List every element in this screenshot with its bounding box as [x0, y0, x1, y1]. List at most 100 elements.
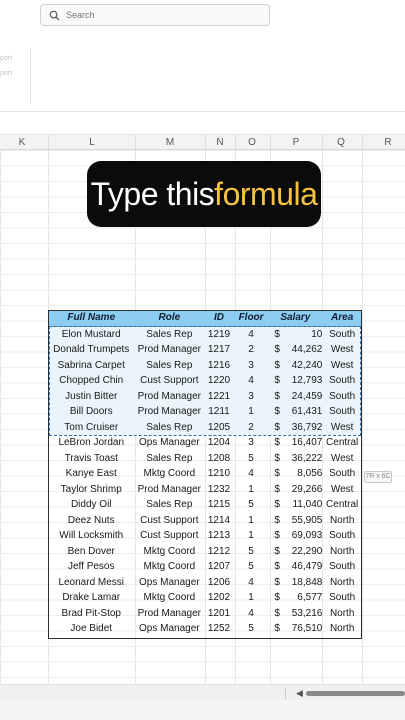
cell-floor[interactable]: 3 [233, 388, 269, 404]
header-area[interactable]: Area [322, 310, 362, 327]
cell-full-name[interactable]: Donald Trumpets [48, 341, 135, 358]
cell-id[interactable]: 1214 [204, 512, 234, 528]
cell-full-name[interactable]: Travis Toast [48, 450, 134, 466]
cell-full-name[interactable]: Chopped Chin [48, 372, 135, 389]
cell-floor[interactable]: 3 [233, 357, 269, 373]
cell-area[interactable]: West [322, 341, 362, 358]
cell-salary[interactable]: $11,040 [268, 497, 322, 513]
cell-full-name[interactable]: Bill Doors [48, 403, 135, 420]
header-floor[interactable]: Floor [233, 310, 269, 327]
cell-floor[interactable]: 4 [233, 372, 269, 389]
cell-full-name[interactable]: Taylor Shrimp [48, 481, 134, 497]
cell-salary[interactable]: $55,905 [268, 512, 322, 528]
cell-id[interactable]: 1252 [204, 621, 234, 637]
cell-id[interactable]: 1208 [204, 450, 234, 466]
cell-floor[interactable]: 3 [234, 435, 269, 451]
cell-id[interactable]: 1205 [204, 419, 234, 435]
cell-area[interactable]: North [322, 605, 362, 621]
search-box[interactable] [40, 4, 270, 26]
cell-floor[interactable]: 5 [234, 543, 269, 559]
cell-role[interactable]: Cust Support [134, 372, 205, 389]
cell-full-name[interactable]: Brad Pit-Stop [48, 605, 134, 621]
cell-area[interactable]: South [322, 326, 362, 342]
cell-area[interactable]: North [322, 512, 362, 528]
cell-id[interactable]: 1210 [204, 466, 234, 482]
cell-area[interactable]: South [322, 590, 362, 606]
cell-area[interactable]: North [322, 543, 362, 559]
header-full-name[interactable]: Full Name [48, 310, 135, 327]
cell-salary[interactable]: $12,793 [268, 372, 323, 389]
cell-salary[interactable]: $53,216 [268, 605, 322, 621]
cell-full-name[interactable]: Tom Cruiser [48, 419, 135, 435]
cell-full-name[interactable]: Justin Bitter [48, 388, 135, 404]
cell-floor[interactable]: 2 [233, 419, 269, 435]
cell-id[interactable]: 1211 [204, 403, 234, 420]
cell-role[interactable]: Mktg Coord [134, 559, 204, 575]
cell-role[interactable]: Sales Rep [134, 357, 205, 373]
cell-role[interactable]: Mktg Coord [134, 466, 204, 482]
cell-full-name[interactable]: LeBron Jordan [48, 435, 134, 451]
cell-full-name[interactable]: Joe Bidet [48, 621, 134, 637]
cell-salary[interactable]: $16,407 [268, 435, 322, 451]
column-header-k[interactable]: K [19, 137, 26, 148]
cell-floor[interactable]: 5 [234, 497, 269, 513]
cell-role[interactable]: Cust Support [134, 512, 204, 528]
cell-full-name[interactable]: Will Locksmith [48, 528, 134, 544]
scroll-left-icon[interactable]: ◀ [296, 688, 303, 699]
cell-full-name[interactable]: Elon Mustard [48, 326, 135, 342]
cell-area[interactable]: South [322, 559, 362, 575]
cell-full-name[interactable]: Kanye East [48, 466, 134, 482]
cell-salary[interactable]: $22,290 [268, 543, 322, 559]
cell-floor[interactable]: 5 [234, 559, 269, 575]
cell-id[interactable]: 1206 [204, 574, 234, 590]
cell-area[interactable]: Central [322, 497, 362, 513]
cell-salary[interactable]: $10 [268, 326, 323, 342]
cell-salary[interactable]: $8,056 [268, 466, 322, 482]
column-header-o[interactable]: O [248, 137, 256, 148]
header-salary[interactable]: Salary [268, 310, 323, 327]
cell-floor[interactable]: 4 [233, 326, 269, 342]
cell-floor[interactable]: 4 [234, 466, 269, 482]
cell-salary[interactable]: $18,848 [268, 574, 322, 590]
cell-salary[interactable]: $36,792 [268, 419, 323, 435]
cell-floor[interactable]: 1 [233, 403, 269, 420]
cell-id[interactable]: 1212 [204, 543, 234, 559]
cell-area[interactable]: South [322, 466, 362, 482]
cell-full-name[interactable]: Drake Lamar [48, 590, 134, 606]
cell-role[interactable]: Prod Manager [134, 605, 204, 621]
cell-floor[interactable]: 4 [234, 605, 269, 621]
cell-id[interactable]: 1202 [204, 590, 234, 606]
cell-area[interactable]: South [322, 528, 362, 544]
cell-area[interactable]: North [322, 574, 362, 590]
cell-area[interactable]: West [322, 481, 362, 497]
horizontal-scrollbar[interactable]: ◀ [0, 684, 405, 700]
cell-id[interactable]: 1213 [204, 528, 234, 544]
cell-role[interactable]: Sales Rep [134, 450, 204, 466]
employee-table[interactable]: Full Name Role ID Floor Salary Area Elon… [48, 310, 362, 636]
cell-role[interactable]: Prod Manager [134, 403, 205, 420]
cell-floor[interactable]: 5 [234, 621, 269, 637]
cell-role[interactable]: Mktg Coord [134, 590, 204, 606]
cell-full-name[interactable]: Leonard Messi [48, 574, 134, 590]
cell-salary[interactable]: $46,479 [268, 559, 322, 575]
cell-area[interactable]: West [322, 419, 362, 435]
cell-id[interactable]: 1232 [204, 481, 234, 497]
header-id[interactable]: ID [204, 310, 234, 327]
cell-floor[interactable]: 1 [234, 512, 269, 528]
cell-area[interactable]: South [322, 372, 362, 389]
column-header-q[interactable]: Q [337, 137, 345, 148]
cell-role[interactable]: Prod Manager [134, 481, 204, 497]
cell-full-name[interactable]: Ben Dover [48, 543, 134, 559]
cell-id[interactable]: 1204 [204, 435, 234, 451]
cell-role[interactable]: Mktg Coord [134, 543, 204, 559]
cell-full-name[interactable]: Jeff Pesos [48, 559, 134, 575]
cell-salary[interactable]: $42,240 [268, 357, 323, 373]
cell-salary[interactable]: $69,093 [268, 528, 322, 544]
cell-salary[interactable]: $44,262 [268, 341, 323, 358]
cell-salary[interactable]: $24,459 [268, 388, 323, 404]
cell-area[interactable]: West [322, 357, 362, 373]
cell-salary[interactable]: $6,577 [268, 590, 322, 606]
search-input[interactable] [66, 10, 246, 20]
cell-id[interactable]: 1217 [204, 341, 234, 358]
cell-salary[interactable]: $76,510 [268, 621, 322, 637]
